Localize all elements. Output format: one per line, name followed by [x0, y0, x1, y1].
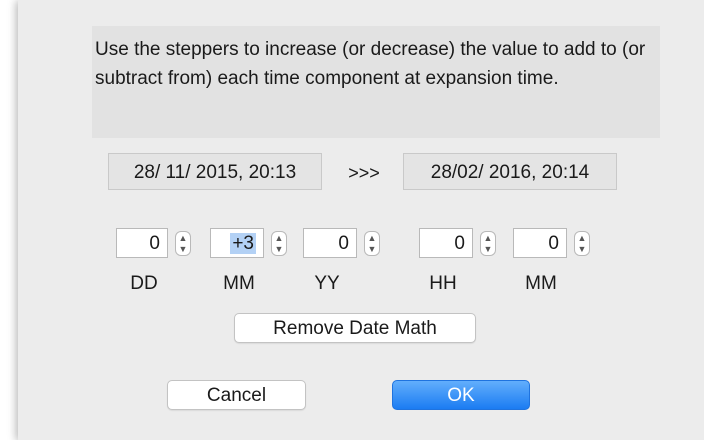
day-label: DD — [130, 273, 158, 294]
year-label: YY — [314, 273, 340, 294]
hour-label: HH — [429, 273, 457, 294]
ok-button[interactable]: OK — [392, 380, 530, 410]
instructions-text: Use the steppers to increase (or decreas… — [92, 26, 660, 138]
chevron-up-icon[interactable]: ▲ — [577, 233, 587, 243]
original-date-field: 28/ 11/ 2015, 20:13 — [108, 153, 322, 190]
chevron-up-icon[interactable]: ▲ — [274, 233, 284, 243]
month-label: MM — [223, 273, 255, 294]
year-stepper[interactable]: ▲ ▼ — [364, 231, 380, 256]
chevron-up-icon[interactable]: ▲ — [367, 233, 377, 243]
year-offset-field[interactable]: 0 — [303, 228, 357, 258]
result-date-field: 28/02/ 2016, 20:14 — [403, 153, 617, 190]
chevron-up-icon[interactable]: ▲ — [178, 233, 188, 243]
month-offset-field[interactable]: +3 — [210, 228, 264, 258]
chevron-down-icon[interactable]: ▼ — [274, 244, 284, 254]
chevron-up-icon[interactable]: ▲ — [483, 233, 493, 243]
day-offset-field[interactable]: 0 — [116, 228, 168, 258]
cancel-button[interactable]: Cancel — [167, 380, 306, 410]
month-stepper[interactable]: ▲ ▼ — [271, 231, 287, 256]
chevron-down-icon[interactable]: ▼ — [577, 244, 587, 254]
minute-stepper[interactable]: ▲ ▼ — [574, 231, 590, 256]
chevron-down-icon[interactable]: ▼ — [483, 244, 493, 254]
minute-offset-field[interactable]: 0 — [513, 228, 567, 258]
hour-stepper[interactable]: ▲ ▼ — [480, 231, 496, 256]
day-stepper[interactable]: ▲ ▼ — [175, 231, 191, 256]
chevron-down-icon[interactable]: ▼ — [178, 244, 188, 254]
hour-offset-field[interactable]: 0 — [419, 228, 473, 258]
arrow-separator: >>> — [348, 163, 380, 183]
remove-date-math-button[interactable]: Remove Date Math — [234, 313, 476, 343]
chevron-down-icon[interactable]: ▼ — [367, 244, 377, 254]
minute-label: MM — [525, 273, 557, 294]
